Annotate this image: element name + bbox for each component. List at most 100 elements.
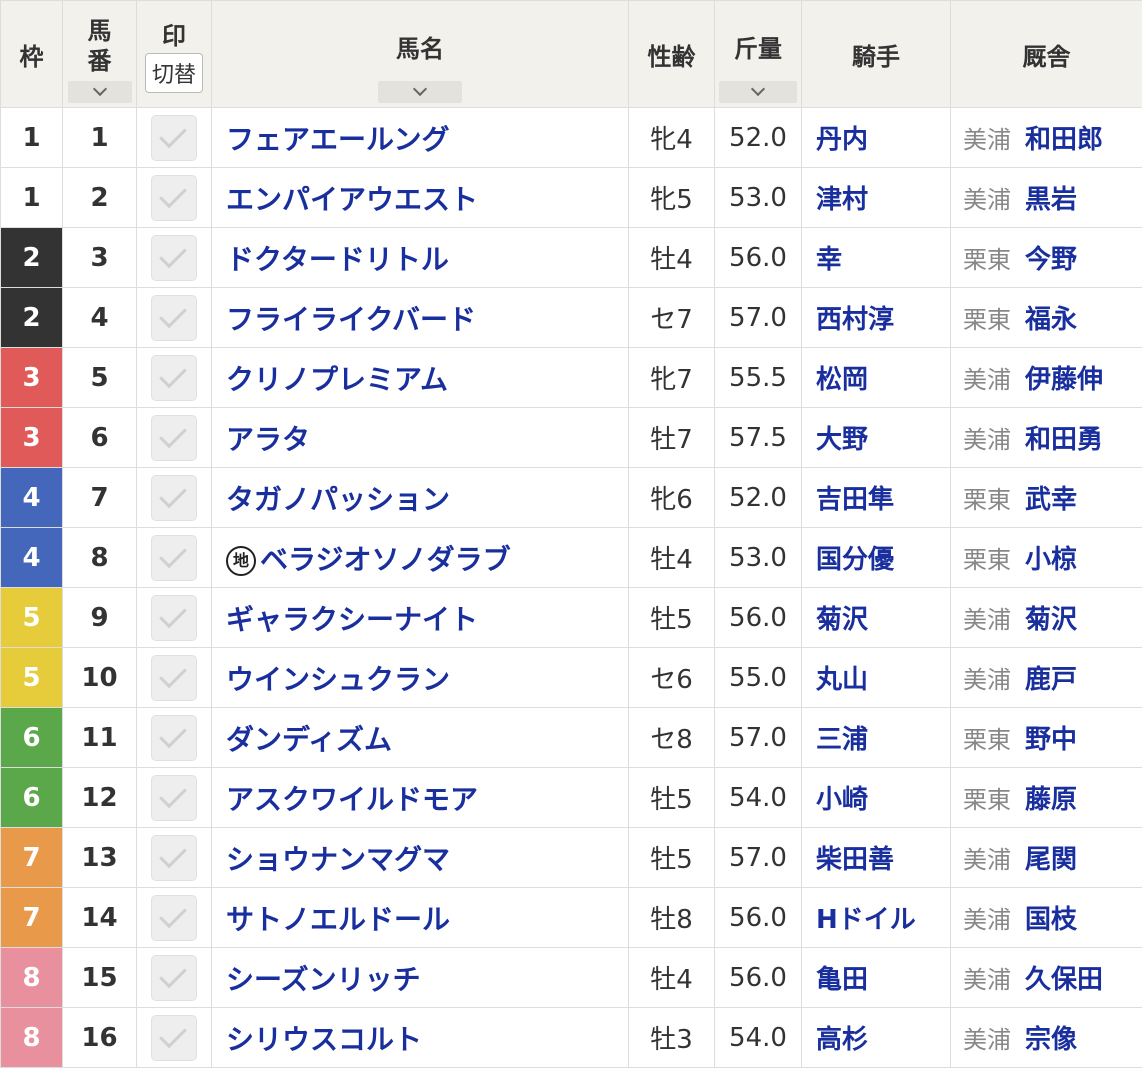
jockey-link[interactable]: 西村淳 [816, 305, 894, 335]
horse-name-link[interactable]: シリウスコルト [226, 1023, 422, 1056]
header-name[interactable]: 馬名 [211, 0, 629, 108]
jockey-link[interactable]: 松岡 [816, 365, 868, 395]
mark-checkbox[interactable] [151, 894, 197, 941]
weight-value: 54.0 [729, 1022, 787, 1053]
waku-number: 5 [22, 662, 41, 693]
mark-checkbox[interactable] [151, 594, 197, 641]
mark-checkbox[interactable] [151, 114, 197, 161]
jockey-link[interactable]: 小崎 [816, 785, 868, 815]
weight-value: 56.0 [729, 242, 787, 273]
mark-checkbox[interactable] [151, 294, 197, 341]
mark-switch-button[interactable]: 切替 [144, 52, 203, 93]
horse-name-link[interactable]: フェアエールング [226, 123, 449, 156]
umaban-number: 8 [90, 542, 109, 573]
mark-checkbox[interactable] [151, 354, 197, 401]
horse-name-link[interactable]: エンパイアウエスト [226, 183, 478, 216]
horse-name-link[interactable]: アラタ [226, 423, 310, 456]
horse-name-link[interactable]: ドクタードリトル [226, 243, 449, 276]
jockey-link[interactable]: 高杉 [816, 1025, 868, 1055]
jockey-link[interactable]: 柴田善 [816, 845, 894, 875]
trainer-link[interactable]: 和田郎 [1025, 125, 1103, 155]
horse-name-link[interactable]: タガノパッション [226, 483, 450, 516]
horse-name-link[interactable]: サトノエルドール [226, 903, 450, 936]
jockey-link[interactable]: 幸 [816, 245, 842, 275]
umaban-cell: 6 [62, 407, 137, 468]
mark-checkbox[interactable] [151, 834, 197, 881]
table-row: 1 2 エンパイアウエスト 牝5 53.0 津村 美浦 黒岩 [0, 167, 1142, 228]
waku-cell: 2 [0, 287, 63, 348]
jockey-link[interactable]: 丹内 [816, 125, 868, 155]
mark-checkbox[interactable] [151, 774, 197, 821]
stable-region: 美浦 [963, 666, 1011, 694]
table-row: 4 7 タガノパッション 牝6 52.0 吉田隼 栗東 武幸 [0, 467, 1142, 528]
trainer-link[interactable]: 菊沢 [1025, 605, 1077, 635]
horse-name-link[interactable]: ウインシュクラン [226, 663, 450, 696]
mark-checkbox[interactable] [151, 534, 197, 581]
trainer-link[interactable]: 今野 [1025, 245, 1077, 275]
waku-cell: 4 [0, 467, 63, 528]
jockey-link[interactable]: 大野 [816, 425, 868, 455]
stable-cell: 美浦 伊藤伸 [950, 347, 1142, 408]
sort-weight-chevron-down-icon[interactable] [719, 81, 797, 103]
jockey-link[interactable]: 津村 [816, 185, 868, 215]
horse-name-link[interactable]: ギャラクシーナイト [226, 603, 478, 636]
trainer-link[interactable]: 福永 [1025, 305, 1077, 335]
mark-checkbox[interactable] [151, 474, 197, 521]
horse-name-link[interactable]: ダンディズム [226, 723, 392, 756]
umaban-number: 5 [90, 362, 109, 393]
horse-name-link[interactable]: ベラジオソノダラブ [260, 543, 511, 576]
sort-name-chevron-down-icon[interactable] [378, 81, 462, 103]
jockey-link[interactable]: Hドイル [816, 905, 916, 935]
jockey-link[interactable]: 吉田隼 [816, 485, 894, 515]
mark-cell [136, 467, 212, 528]
sexage-cell: 牡8 [628, 887, 715, 948]
header-weight[interactable]: 斤量 [714, 0, 802, 108]
stable-cell: 美浦 久保田 [950, 947, 1142, 1008]
mark-checkbox[interactable] [151, 714, 197, 761]
weight-cell: 56.0 [714, 587, 802, 648]
mark-checkbox[interactable] [151, 954, 197, 1001]
mark-checkbox[interactable] [151, 234, 197, 281]
header-stable-label: 厩舎 [1022, 42, 1071, 71]
horse-name-link[interactable]: フライライクバード [226, 303, 476, 336]
mark-checkbox[interactable] [151, 654, 197, 701]
jockey-link[interactable]: 国分優 [816, 545, 894, 575]
trainer-link[interactable]: 尾関 [1025, 845, 1077, 875]
trainer-link[interactable]: 鹿戸 [1025, 665, 1077, 695]
horse-name-link[interactable]: アスクワイルドモア [226, 783, 478, 816]
trainer-link[interactable]: 小椋 [1025, 545, 1077, 575]
umaban-number: 1 [90, 122, 109, 153]
jockey-link[interactable]: 亀田 [816, 965, 868, 995]
trainer-link[interactable]: 国枝 [1025, 905, 1077, 935]
trainer-link[interactable]: 和田勇 [1025, 425, 1103, 455]
mark-checkbox[interactable] [151, 414, 197, 461]
stable-region: 栗東 [963, 486, 1011, 514]
mark-checkbox[interactable] [151, 1014, 197, 1061]
trainer-link[interactable]: 宗像 [1025, 1025, 1077, 1055]
mark-checkbox[interactable] [151, 174, 197, 221]
header-umaban[interactable]: 馬 番 [62, 0, 137, 108]
horse-name-cell: クリノプレミアム [211, 347, 629, 408]
jockey-link[interactable]: 丸山 [816, 665, 868, 695]
umaban-cell: 10 [62, 647, 137, 708]
trainer-link[interactable]: 武幸 [1025, 485, 1077, 515]
weight-value: 57.5 [729, 422, 787, 453]
sort-umaban-chevron-down-icon[interactable] [67, 81, 132, 103]
trainer-link[interactable]: 藤原 [1025, 785, 1077, 815]
trainer-link[interactable]: 黒岩 [1025, 185, 1077, 215]
weight-cell: 52.0 [714, 467, 802, 528]
header-umaban-label-1: 馬 [87, 17, 112, 45]
header-sexage: 性齢 [628, 0, 715, 108]
horse-name-link[interactable]: シーズンリッチ [226, 963, 421, 996]
trainer-link[interactable]: 野中 [1025, 725, 1077, 755]
header-waku: 枠 [0, 0, 63, 108]
horse-name-link[interactable]: クリノプレミアム [226, 363, 448, 396]
weight-value: 57.0 [729, 842, 787, 873]
trainer-link[interactable]: 久保田 [1025, 965, 1103, 995]
jockey-link[interactable]: 菊沢 [816, 605, 868, 635]
umaban-number: 3 [90, 242, 109, 273]
jockey-link[interactable]: 三浦 [816, 725, 868, 755]
trainer-link[interactable]: 伊藤伸 [1025, 365, 1103, 395]
horse-name-link[interactable]: ショウナンマグマ [226, 843, 450, 876]
waku-cell: 4 [0, 527, 63, 588]
